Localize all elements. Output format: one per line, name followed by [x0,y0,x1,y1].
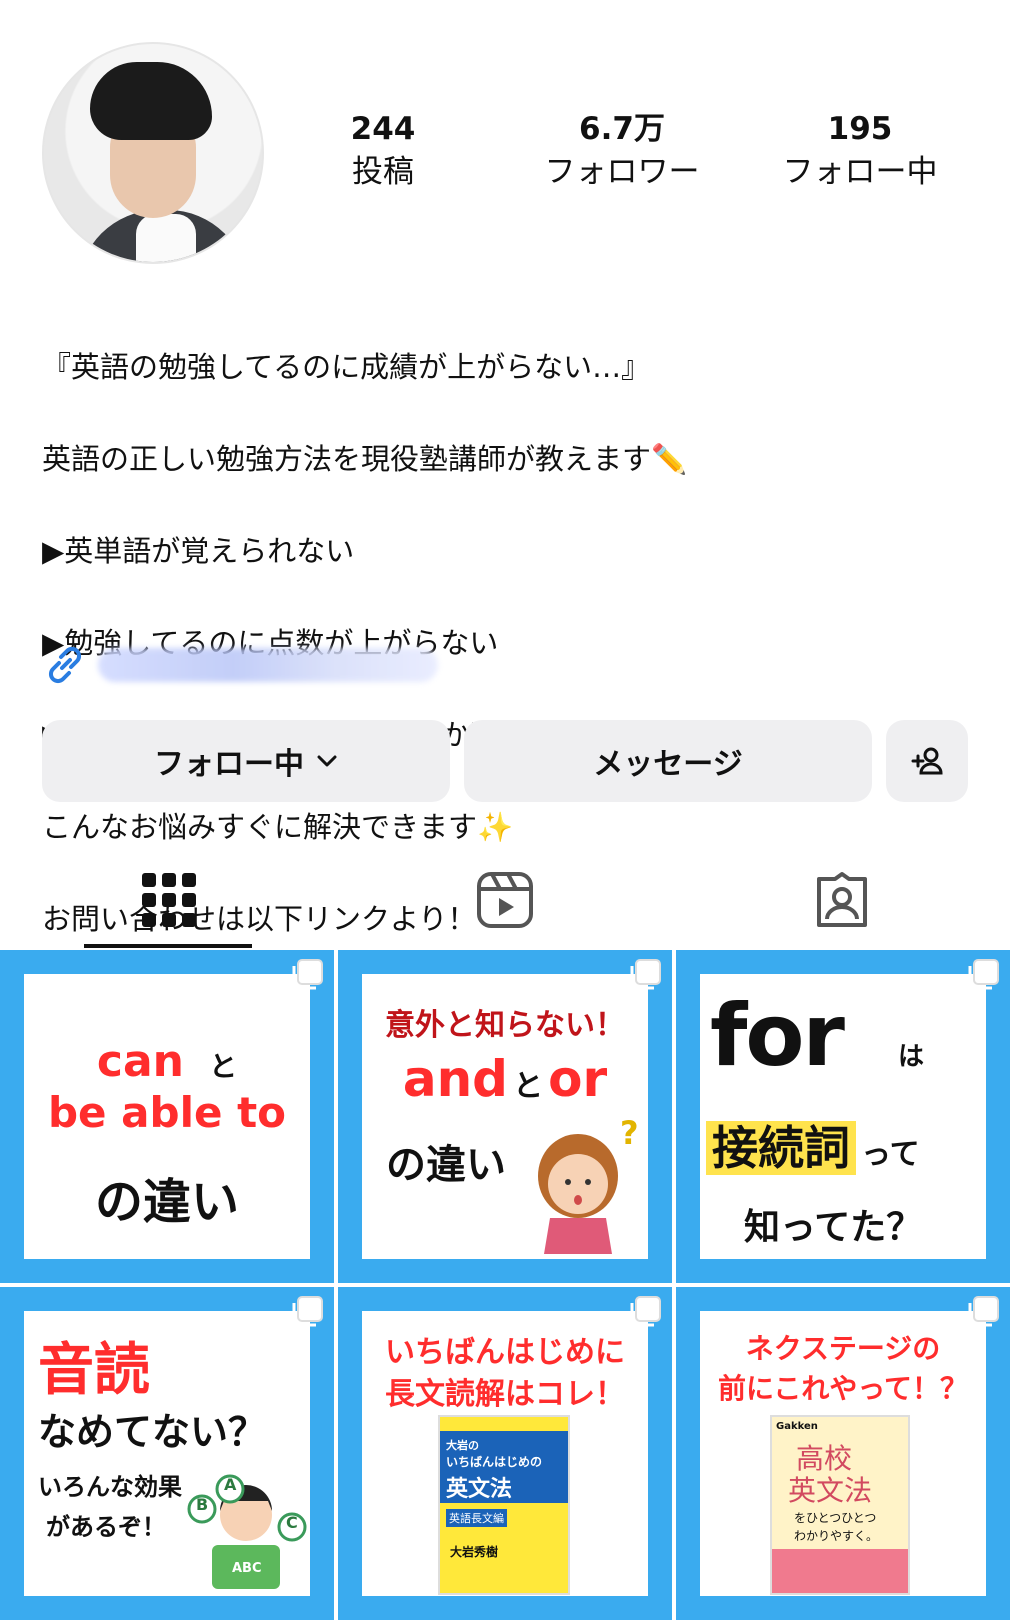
link-icon [48,646,82,684]
blurred-link-text [98,648,438,682]
book-text: 英文法 [446,1477,513,1502]
post-text: A [224,1475,237,1494]
book-cover: Gakken 高校 英文法 をひとつひとつ わかりやすく。 [770,1415,910,1595]
post-card: 意外と知らない！ and と or の違い ? [362,974,648,1259]
bio-line: 英語の正しい勉強方法を現役塾講師が教えます✏️ [42,436,972,482]
post-text: C [286,1513,298,1532]
pencil-icon: ✏️ [651,442,688,476]
stat-following-count: 195 [827,111,893,147]
multiple-images-icon [968,1296,999,1327]
book-text: 英文法 [788,1474,873,1507]
post-text: 接続詞 [706,1121,856,1175]
message-button[interactable]: メッセージ [464,720,872,802]
post-text: があるぞ！ [46,1513,166,1541]
message-button-label: メッセージ [593,747,743,782]
multiple-images-icon [968,959,999,990]
post-text: 知ってた？ [744,1207,923,1248]
bio-line: 『英語の勉強してるのに成績が上がらない…』 [42,350,651,384]
stat-followers[interactable]: 6.7万 フォロワー [522,108,722,194]
post-text: ? [620,1114,639,1152]
avatar-shirt [136,214,196,262]
stat-posts[interactable]: 244 投稿 [283,108,483,194]
tagged-icon [817,872,867,927]
post-text: 意外と知らない！ [385,1008,625,1043]
post-text: ネクステージの [745,1332,941,1365]
post-text: and [402,1050,508,1108]
post-text: 音読 [38,1338,150,1403]
post-thumbnail[interactable]: ネクステージの 前にこれやって！？ Gakken 高校 英文法 をひとつひとつ … [676,1287,1010,1620]
post-thumbnail[interactable]: 音読 なめてない？ いろんな効果 があるぞ！ A B C ABC [0,1287,334,1620]
post-text: 長文読解はコレ！ [385,1377,625,1412]
post-text: は [898,1042,925,1072]
multiple-images-icon [630,1296,661,1327]
post-text: ABC [232,1561,262,1576]
post-text: の違い [386,1142,506,1188]
book-text: 英語長文編 [446,1509,507,1527]
book-text: わかりやすく。 [794,1529,879,1543]
tab-posts-grid[interactable] [84,850,254,950]
post-card: can と be able to の違い [24,974,310,1259]
post-card: いちばんはじめに 長文読解はコレ！ 大岩の いちばんはじめの 英文法 英語長文編… [362,1311,648,1596]
girl-illustration-icon [538,1134,618,1254]
post-text: いろんな効果 [38,1473,182,1501]
add-user-icon [911,747,943,775]
post-thumbnail[interactable]: can と be able to の違い [0,950,334,1283]
post-text: と [513,1069,544,1104]
post-text: can [96,1036,184,1087]
book-text: 大岩の [446,1439,479,1452]
book-text: をひとつひとつ [794,1511,877,1525]
post-text: と [209,1050,238,1083]
post-card: for は 接続詞 って 知ってた？ [700,974,986,1259]
following-button-label: フォロー中 [154,747,304,782]
post-text: いちばんはじめに [385,1335,625,1370]
stat-posts-count: 244 [350,111,416,147]
posts-grid: can と be able to の違い 意外と知らない！ and と or の… [0,950,1010,1622]
sparkles-icon: ✨ [477,810,514,844]
add-user-button[interactable] [886,720,968,802]
reels-icon [477,872,533,928]
multiple-images-icon [292,959,323,990]
post-text: って [861,1137,920,1172]
active-tab-indicator [84,944,252,948]
book-text: 大岩秀樹 [450,1545,499,1559]
grid-icon [142,873,196,927]
book-text: Gakken [776,1421,818,1432]
post-thumbnail[interactable]: 意外と知らない！ and と or の違い ? [338,950,672,1283]
post-text: or [548,1050,608,1108]
stat-followers-count: 6.7万 [579,111,665,147]
book-cover: 大岩の いちばんはじめの 英文法 英語長文編 大岩秀樹 [438,1415,570,1595]
tab-tagged[interactable] [757,850,927,950]
post-card: ネクステージの 前にこれやって！？ Gakken 高校 英文法 をひとつひとつ … [700,1311,986,1596]
stat-following-label: フォロー中 [782,154,938,190]
following-button[interactable]: フォロー中 [42,720,450,802]
post-text: 前にこれやって！？ [717,1372,969,1405]
post-card: 音読 なめてない？ いろんな効果 があるぞ！ A B C ABC [24,1311,310,1596]
post-thumbnail[interactable]: いちばんはじめに 長文読解はコレ！ 大岩の いちばんはじめの 英文法 英語長文編… [338,1287,672,1620]
stat-following[interactable]: 195 フォロー中 [760,108,960,194]
post-text: B [196,1495,209,1514]
profile-stats: 244 投稿 6.7万 フォロワー 195 フォロー中 [0,108,1010,198]
post-text: for [710,986,845,1086]
bio-line: ▶英単語が覚えられない [42,534,355,568]
chevron-down-icon [317,755,337,767]
stat-followers-label: フォロワー [544,154,700,190]
profile-link[interactable] [42,640,438,690]
tab-reels[interactable] [420,850,590,950]
multiple-images-icon [292,1296,323,1327]
post-text: be able to [47,1088,286,1137]
post-text: の違い [94,1174,239,1230]
profile-tabs [0,850,1010,950]
post-text: なめてない？ [38,1410,267,1454]
post-thumbnail[interactable]: for は 接続詞 って 知ってた？ [676,950,1010,1283]
multiple-images-icon [630,959,661,990]
bio-line: こんなお悩みすぐに解決できます✨ [42,804,972,850]
stat-posts-label: 投稿 [352,154,414,190]
book-text: いちばんはじめの [446,1455,543,1469]
